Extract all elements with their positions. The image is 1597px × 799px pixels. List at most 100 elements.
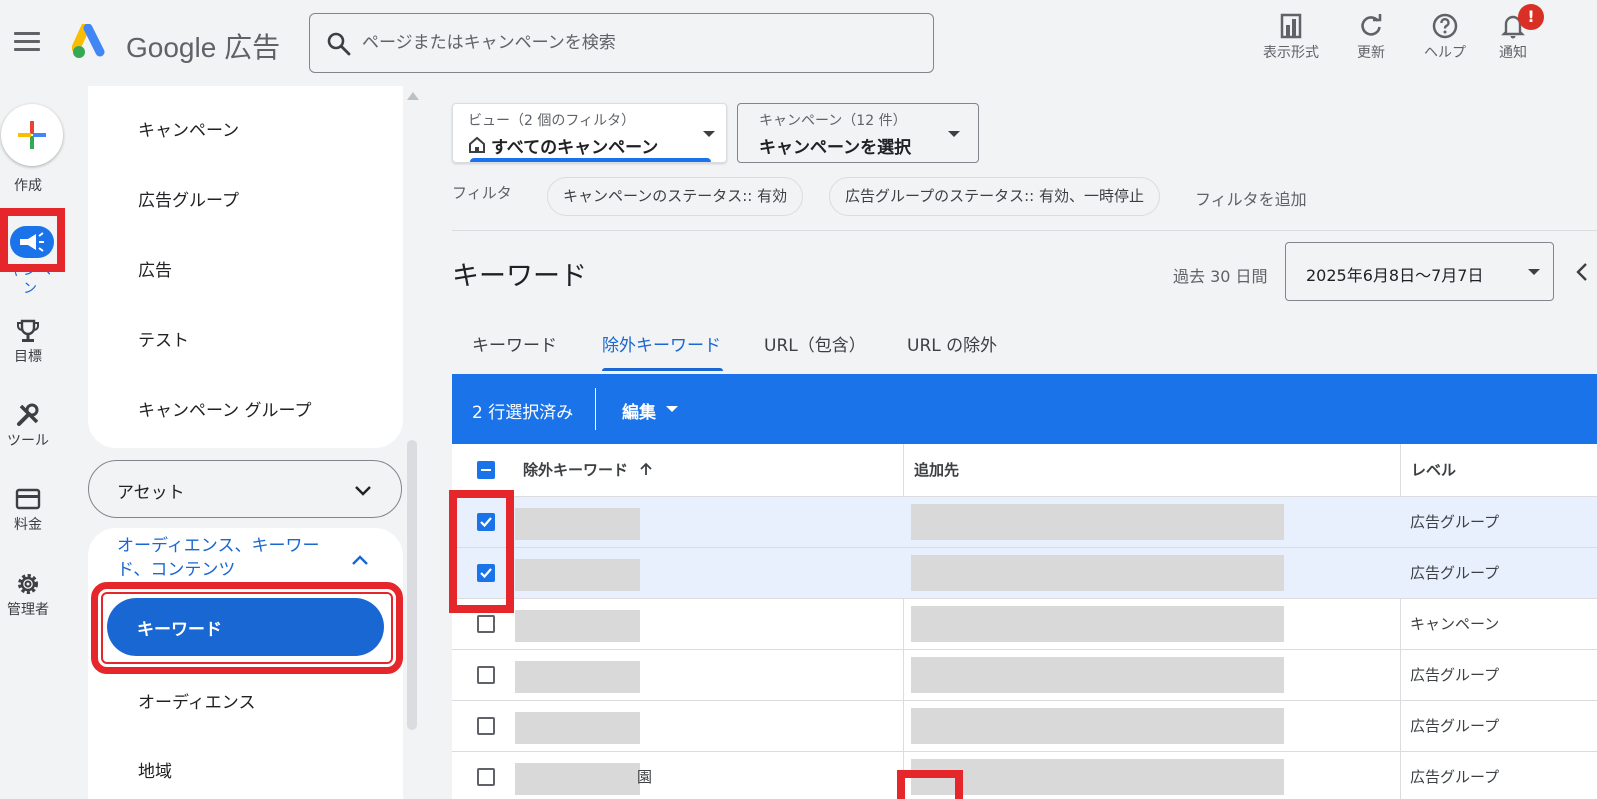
toolbar-divider	[595, 388, 596, 430]
date-range-label: 過去 30 日間	[1173, 267, 1268, 286]
display-format-button[interactable]: 表示形式	[1251, 10, 1331, 70]
column-header-level[interactable]: レベル	[1411, 444, 1456, 496]
date-range-picker[interactable]: 2025年6月8日～7月7日	[1285, 242, 1554, 301]
assets-section-toggle[interactable]: アセット	[88, 460, 402, 518]
nav-item-locations[interactable]: 地域	[138, 757, 172, 782]
left-rail: 作成 ャンペ ン 目標 ツール 料金 管理者	[0, 86, 88, 799]
divider	[452, 230, 1597, 231]
admin-label: 管理者	[7, 602, 49, 618]
row-checkbox[interactable]	[477, 717, 495, 735]
nav-item-campaigns[interactable]: キャンペーン	[138, 116, 239, 141]
column-header-added-to[interactable]: 追加先	[914, 444, 959, 496]
nav-item-ads[interactable]: 広告	[138, 256, 172, 281]
view-underline	[470, 158, 711, 162]
row-checkbox[interactable]	[477, 768, 495, 786]
campaign-nav-panel: キャンペーン 広告グループ 広告 テスト キャンペーン グループ	[88, 86, 403, 448]
table-row[interactable]: 広告グループ	[452, 700, 1597, 751]
redacted-added-to	[911, 708, 1284, 744]
nav-scrollbar-thumb[interactable]	[407, 440, 417, 730]
annotation-highlight-bottom	[897, 770, 963, 799]
google-ads-logo-icon	[72, 24, 105, 58]
table-row[interactable]: 広告グループ	[452, 547, 1597, 598]
view-selector[interactable]: ビュー（2 個のフィルタ） すべてのキャンペーン	[452, 103, 727, 163]
level-cell: 広告グループ	[1410, 717, 1500, 735]
negative-keywords-table: 除外キーワード 追加先 レベル 広告グループ 広告グループ キャンペーン 広告グ…	[452, 444, 1597, 799]
page-title: キーワード	[452, 261, 587, 292]
add-filter-button[interactable]: フィルタを追加	[1195, 186, 1307, 210]
tab-url-exclude[interactable]: URL の除外	[907, 331, 997, 356]
search-box[interactable]	[309, 13, 934, 73]
menu-icon[interactable]	[14, 32, 40, 52]
billing-label: 料金	[14, 517, 42, 533]
date-range-value: 2025年6月8日～7月7日	[1306, 266, 1484, 285]
selection-toolbar: 2 行選択済み 編集	[452, 374, 1597, 444]
campaign-selector-value: キャンペーンを選択	[759, 138, 912, 158]
logo-text: Google 広告	[126, 32, 281, 63]
help-icon	[1432, 13, 1458, 39]
chevron-up-icon[interactable]	[350, 550, 370, 570]
nav-item-audiences[interactable]: オーディエンス	[138, 688, 255, 713]
tools-nav-item[interactable]: ツール	[0, 402, 56, 450]
redacted-keyword	[515, 508, 640, 540]
tab-negative-keywords[interactable]: 除外キーワード	[602, 331, 721, 356]
tab-keywords[interactable]: キーワード	[472, 331, 557, 356]
billing-nav-item[interactable]: 料金	[0, 486, 56, 534]
annotation-highlight-keywords-nav	[91, 582, 403, 674]
redacted-keyword	[515, 610, 640, 642]
filter-chip-campaign-status[interactable]: キャンペーンのステータス:: 有効	[547, 177, 804, 216]
filter-label: フィルタ	[452, 184, 512, 202]
dropdown-arrow-icon	[666, 406, 678, 412]
display-format-label: 表示形式	[1263, 45, 1319, 61]
sort-arrow-up-icon	[640, 462, 652, 475]
refresh-icon	[1361, 14, 1382, 36]
chevron-left-icon[interactable]	[1575, 262, 1589, 282]
scroll-up-arrow[interactable]	[407, 92, 419, 100]
row-checkbox[interactable]	[477, 615, 495, 633]
level-cell: 広告グループ	[1410, 666, 1500, 684]
chart-display-icon	[1280, 13, 1302, 39]
goals-nav-item[interactable]: 目標	[0, 318, 56, 366]
redacted-keyword	[515, 559, 640, 591]
notifications-button[interactable]: 通知 !	[1473, 4, 1553, 70]
nav-item-campaign-groups[interactable]: キャンペーン グループ	[138, 396, 312, 421]
level-cell: 広告グループ	[1410, 513, 1500, 531]
campaign-selector[interactable]: キャンペーン（12 件） キャンペーンを選択	[737, 103, 979, 163]
dropdown-arrow-icon	[948, 131, 960, 137]
table-row[interactable]: 広告グループ	[452, 496, 1597, 547]
redacted-keyword	[515, 661, 640, 693]
row-checkbox[interactable]	[477, 666, 495, 684]
create-button[interactable]	[1, 104, 63, 166]
select-all-checkbox[interactable]	[477, 461, 495, 479]
notifications-label: 通知	[1499, 45, 1527, 61]
gear-icon	[18, 574, 38, 594]
selected-count: 2 行選択済み	[472, 403, 574, 423]
redacted-added-to	[911, 759, 1284, 795]
edit-button[interactable]: 編集	[622, 398, 656, 423]
assets-label: アセット	[117, 483, 185, 503]
table-row[interactable]: 園 広告グループ	[452, 751, 1597, 799]
audience-section-header[interactable]: オーディエンス、キーワード、コンテンツ	[117, 534, 337, 582]
home-icon	[469, 136, 485, 153]
plus-icon	[18, 121, 46, 149]
redacted-added-to	[911, 606, 1284, 642]
nav-item-experiments[interactable]: テスト	[138, 326, 189, 351]
search-input[interactable]	[362, 28, 902, 58]
refresh-button[interactable]: 更新	[1331, 10, 1411, 70]
redacted-keyword	[515, 763, 640, 795]
level-cell: キャンペーン	[1410, 615, 1500, 633]
redacted-keyword	[515, 712, 640, 744]
column-header-negative-keyword[interactable]: 除外キーワード	[523, 444, 653, 496]
dropdown-arrow-icon	[1528, 269, 1540, 275]
credit-card-icon	[15, 488, 41, 510]
admin-nav-item[interactable]: 管理者	[0, 571, 56, 619]
table-row[interactable]: キャンペーン	[452, 598, 1597, 649]
notification-badge: !	[1518, 4, 1544, 30]
filter-chip-adgroup-status[interactable]: 広告グループのステータス:: 有効、一時停止	[829, 177, 1160, 216]
search-icon	[327, 32, 351, 56]
redacted-added-to	[911, 555, 1284, 591]
nav-item-ad-groups[interactable]: 広告グループ	[138, 186, 239, 211]
tab-url-include[interactable]: URL（包含）	[764, 331, 866, 356]
campaign-selector-caption: キャンペーン（12 件）	[759, 113, 907, 129]
annotation-highlight-campaigns	[0, 208, 65, 272]
table-row[interactable]: 広告グループ	[452, 649, 1597, 700]
